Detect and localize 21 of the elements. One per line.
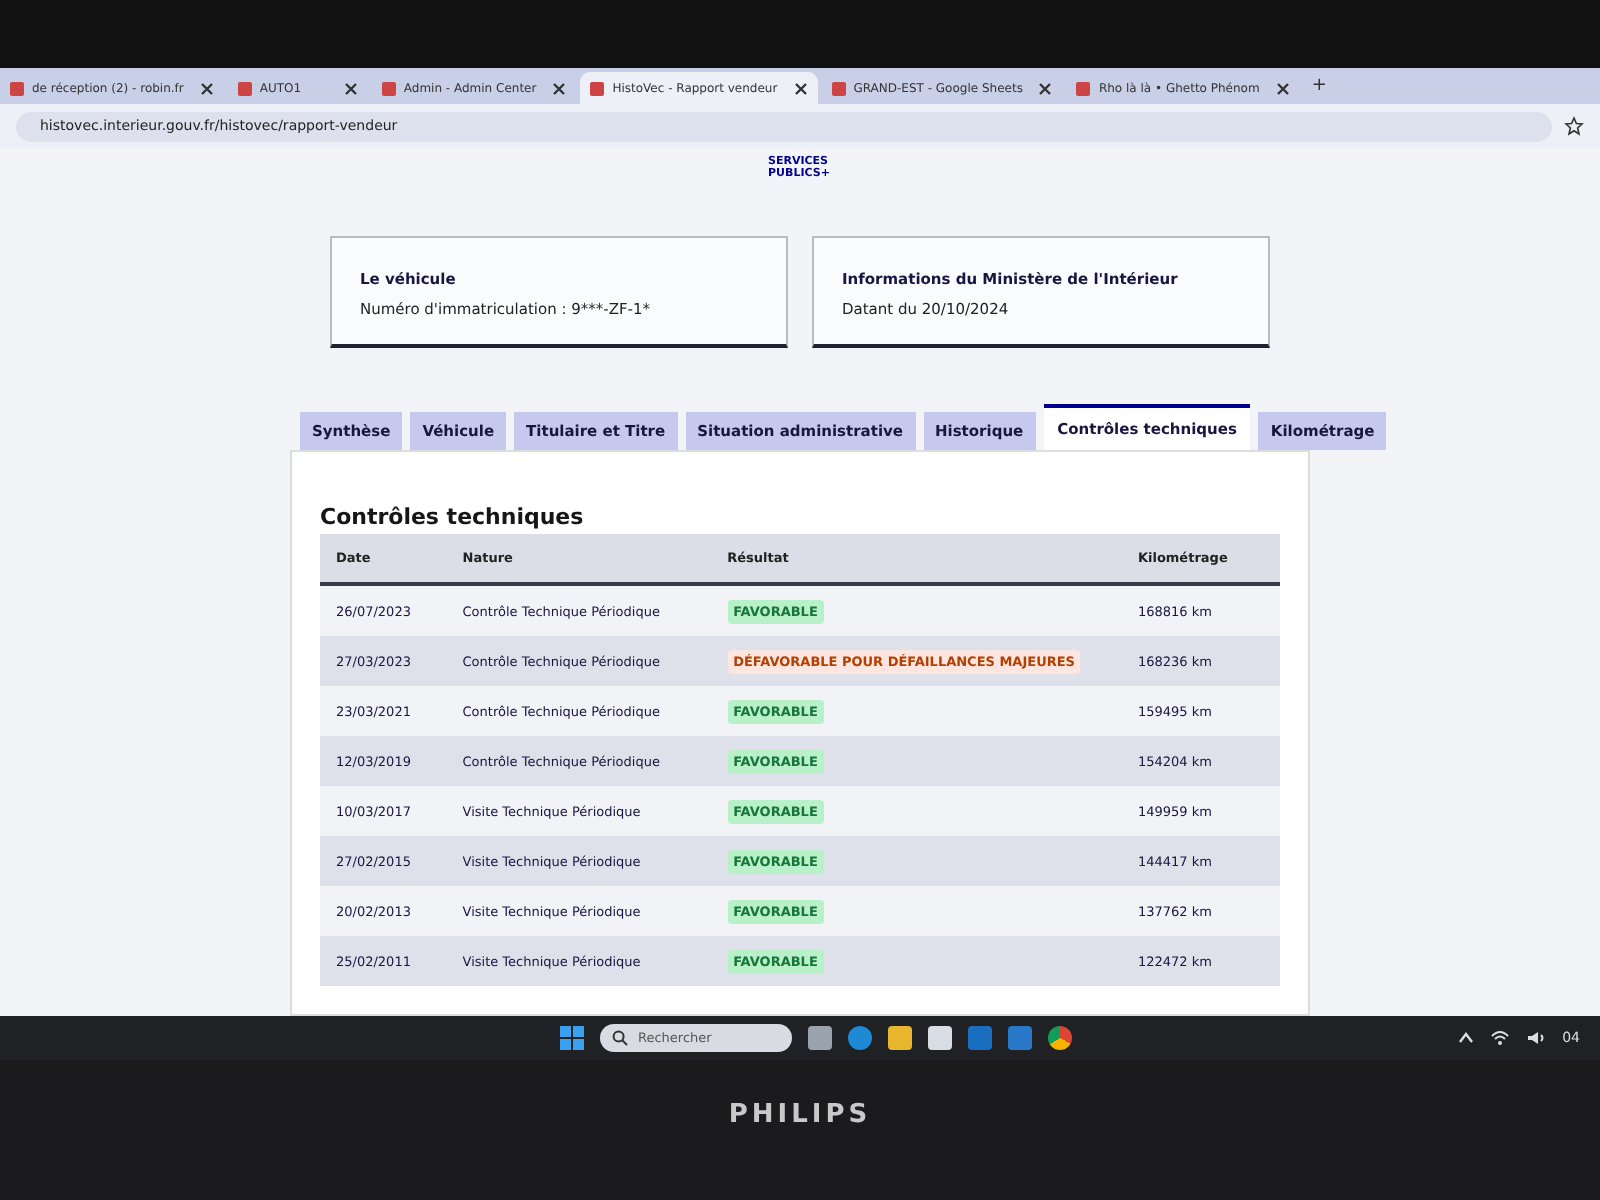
- close-icon[interactable]: [199, 81, 214, 95]
- site-icon: [831, 81, 846, 95]
- new-tab-button[interactable]: +: [1303, 76, 1335, 96]
- wifi-icon[interactable]: [1490, 1030, 1511, 1046]
- search-icon: [612, 1030, 628, 1046]
- close-icon[interactable]: [552, 81, 567, 95]
- monitor-brand: PHILIPS: [728, 1100, 872, 1132]
- caret-icon[interactable]: [1458, 1032, 1475, 1044]
- section-title: Contrôles techniques: [320, 504, 586, 530]
- close-icon[interactable]: [343, 81, 358, 95]
- close-icon[interactable]: [1038, 81, 1053, 95]
- site-icon: [590, 81, 605, 95]
- windows-icon[interactable]: [560, 1026, 584, 1050]
- site-icon: [1076, 81, 1091, 95]
- star-icon[interactable]: [1564, 116, 1584, 136]
- speaker-icon[interactable]: [1526, 1030, 1547, 1046]
- site-icon: [10, 81, 24, 95]
- site-icon: [381, 81, 396, 95]
- close-icon[interactable]: [793, 81, 808, 95]
- site-icon: [237, 81, 252, 95]
- close-icon[interactable]: [1275, 81, 1290, 95]
